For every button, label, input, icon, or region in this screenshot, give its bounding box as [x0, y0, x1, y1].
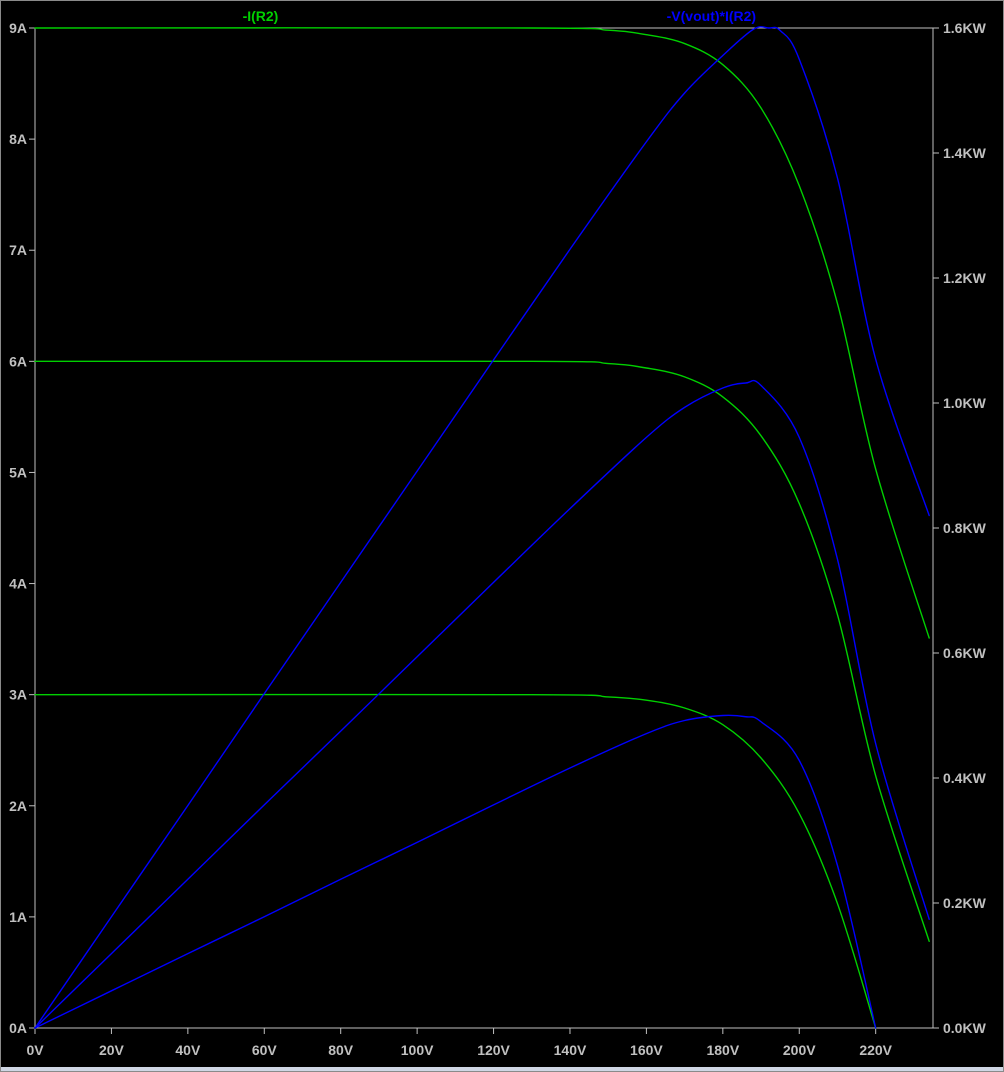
y-left-tick-label: 0A: [9, 1020, 27, 1036]
y-left-tick-label: 8A: [9, 131, 27, 147]
plot-axes: 0V 20V 40V 60V 80V 100V 120V 140V 160V 180V 200V 22…: [9, 20, 986, 1058]
y-left-tick-label: 1A: [9, 909, 27, 925]
trace-label-current[interactable]: -I(R2): [243, 8, 279, 24]
y-right-tick-label: 0.2KW: [943, 895, 987, 911]
y-left-tick-label: 2A: [9, 798, 27, 814]
trace-label-power[interactable]: -V(vout)*I(R2): [667, 8, 756, 24]
current-trace-2[interactable]: [34, 27, 930, 639]
current-trace-0[interactable]: [34, 693, 877, 1029]
y-right-tick-label: 0.4KW: [943, 770, 987, 786]
x-tick-label: 100V: [401, 1042, 434, 1058]
x-tick-label: 120V: [477, 1042, 510, 1058]
y-left-tick-label: 6A: [9, 353, 27, 369]
x-tick-label: 180V: [706, 1042, 739, 1058]
waveform-window: 0V 20V 40V 60V 80V 100V 120V 140V 160V 180V 200V 22…: [0, 0, 1004, 1072]
waveform-plot[interactable]: 0V 20V 40V 60V 80V 100V 120V 140V 160V 180V 200V 22…: [0, 0, 1004, 1072]
x-tick-label: 40V: [175, 1042, 201, 1058]
y-right-tick-label: 0.8KW: [943, 520, 987, 536]
y-right-tick-label: 0.0KW: [943, 1020, 987, 1036]
x-tick-label: 20V: [99, 1042, 125, 1058]
y-right-tick-label: 1.0KW: [943, 395, 987, 411]
y-left-tick-label: 3A: [9, 687, 27, 703]
plot-traces: [34, 26, 930, 1029]
plot-frame: [34, 27, 934, 1029]
y-right-tick-label: 0.6KW: [943, 645, 987, 661]
current-trace-1[interactable]: [34, 360, 930, 943]
y-left-tick-label: 5A: [9, 464, 27, 480]
x-tick-label: 140V: [554, 1042, 587, 1058]
y-left-tick-label: 7A: [9, 242, 27, 258]
power-trace-4[interactable]: [34, 379, 930, 1029]
x-tick-label: 220V: [859, 1042, 892, 1058]
x-tick-label: 0V: [26, 1042, 44, 1058]
y-right-tick-label: 1.6KW: [943, 20, 987, 36]
y-right-tick-label: 1.2KW: [943, 270, 987, 286]
power-trace-3[interactable]: [34, 714, 877, 1029]
x-tick-label: 60V: [252, 1042, 278, 1058]
y-right-tick-label: 1.4KW: [943, 145, 987, 161]
x-tick-label: 80V: [328, 1042, 354, 1058]
x-tick-label: 200V: [783, 1042, 816, 1058]
y-left-tick-label: 9A: [9, 20, 27, 36]
y-left-tick-label: 4A: [9, 576, 27, 592]
x-tick-label: 160V: [630, 1042, 663, 1058]
